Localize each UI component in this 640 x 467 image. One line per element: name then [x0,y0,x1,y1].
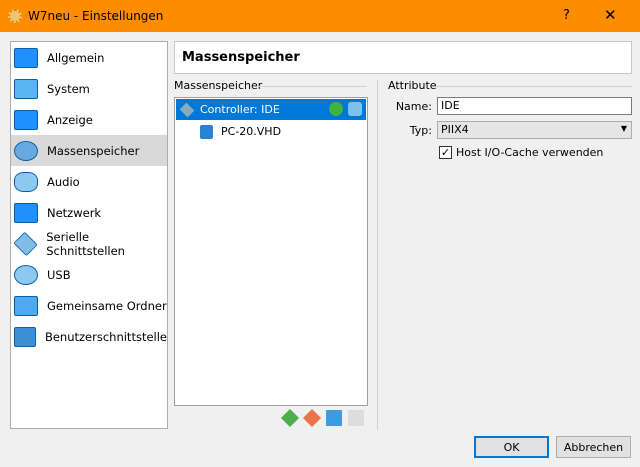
sidebar-item-netzwerk[interactable]: Netzwerk [11,197,167,228]
sidebar-item-allgemein[interactable]: Allgemein [11,42,167,73]
sidebar-item-audio[interactable]: Audio [11,166,167,197]
sidebar-item-benutzerschnittstelle[interactable]: Benutzerschnittstelle [11,321,167,352]
title-bar: W7neu - Einstellungen ? ✕ [0,0,640,32]
add-optical-drive-icon[interactable] [329,102,343,116]
divider [436,86,632,87]
sidebar-item-label: Anzeige [47,112,93,127]
host-io-cache-checkbox[interactable]: ✓ [439,146,452,159]
network-icon [14,202,38,223]
ok-button[interactable]: OK [474,436,549,458]
settings-sidebar: Allgemein System Anzeige Massenspeicher … [10,41,168,429]
sidebar-item-usb[interactable]: USB [11,259,167,290]
sidebar-item-system[interactable]: System [11,73,167,104]
chevron-down-icon: ▼ [620,124,627,133]
help-button[interactable]: ? [563,8,570,23]
cancel-button[interactable]: Abbrechen [556,436,631,458]
host-io-cache-label[interactable]: Host I/O-Cache verwenden [456,146,603,159]
sidebar-item-gemeinsame-ordner[interactable]: Gemeinsame Ordner [11,290,167,321]
attributes-group-label: Attribute [388,79,437,92]
storage-tree[interactable]: Controller: IDE PC-20.VHD [174,97,368,406]
folder-icon [14,295,38,316]
app-gear-icon [8,9,22,23]
add-controller-icon[interactable] [280,408,300,428]
controller-ide-row[interactable]: Controller: IDE [176,99,366,120]
usb-icon [14,264,38,285]
name-input[interactable]: IDE [437,97,632,115]
monitor-icon [14,47,38,68]
sidebar-item-label: Allgemein [47,50,105,65]
sidebar-item-label: Benutzerschnittstelle [44,329,167,344]
sidebar-item-label: Netzwerk [47,205,102,220]
sidebar-item-serielle-schnittstellen[interactable]: Serielle Schnittstellen [11,228,167,259]
sidebar-item-label: Gemeinsame Ordner [47,298,167,313]
remove-controller-icon[interactable] [302,408,322,428]
ui-window-icon [14,326,36,347]
disk-icon [14,140,38,161]
disk-row[interactable]: PC-20.VHD [176,121,366,142]
speaker-icon [14,171,38,192]
serial-port-icon [13,231,38,256]
sidebar-item-label: Serielle Schnittstellen [46,229,125,258]
type-label: Typ: [409,124,432,137]
sidebar-item-label: Massenspeicher [47,143,140,158]
sidebar-item-label: USB [47,267,71,282]
sidebar-item-massenspeicher[interactable]: Massenspeicher [11,135,167,166]
disk-label: PC-20.VHD [221,125,282,138]
page-title: Massenspeicher [174,41,632,74]
chip-icon [14,78,38,99]
type-value: PIIX4 [441,123,469,136]
add-hard-disk-icon[interactable] [348,102,362,116]
close-button[interactable]: ✕ [604,6,617,24]
sidebar-item-label: System [47,81,90,96]
storage-group-label: Massenspeicher [174,79,263,92]
name-label: Name: [395,100,432,113]
vertical-divider [377,80,378,430]
add-attachment-icon[interactable] [326,410,342,426]
window-title: W7neu - Einstellungen [28,9,164,23]
sidebar-item-label: Audio [47,174,80,189]
display-icon [14,109,38,130]
divider [258,86,367,87]
sidebar-item-anzeige[interactable]: Anzeige [11,104,167,135]
controller-icon [179,102,195,117]
remove-attachment-icon[interactable] [348,410,364,426]
hard-disk-icon [200,124,213,139]
controller-label: Controller: IDE [200,103,280,116]
type-select[interactable]: PIIX4 ▼ [437,121,632,139]
